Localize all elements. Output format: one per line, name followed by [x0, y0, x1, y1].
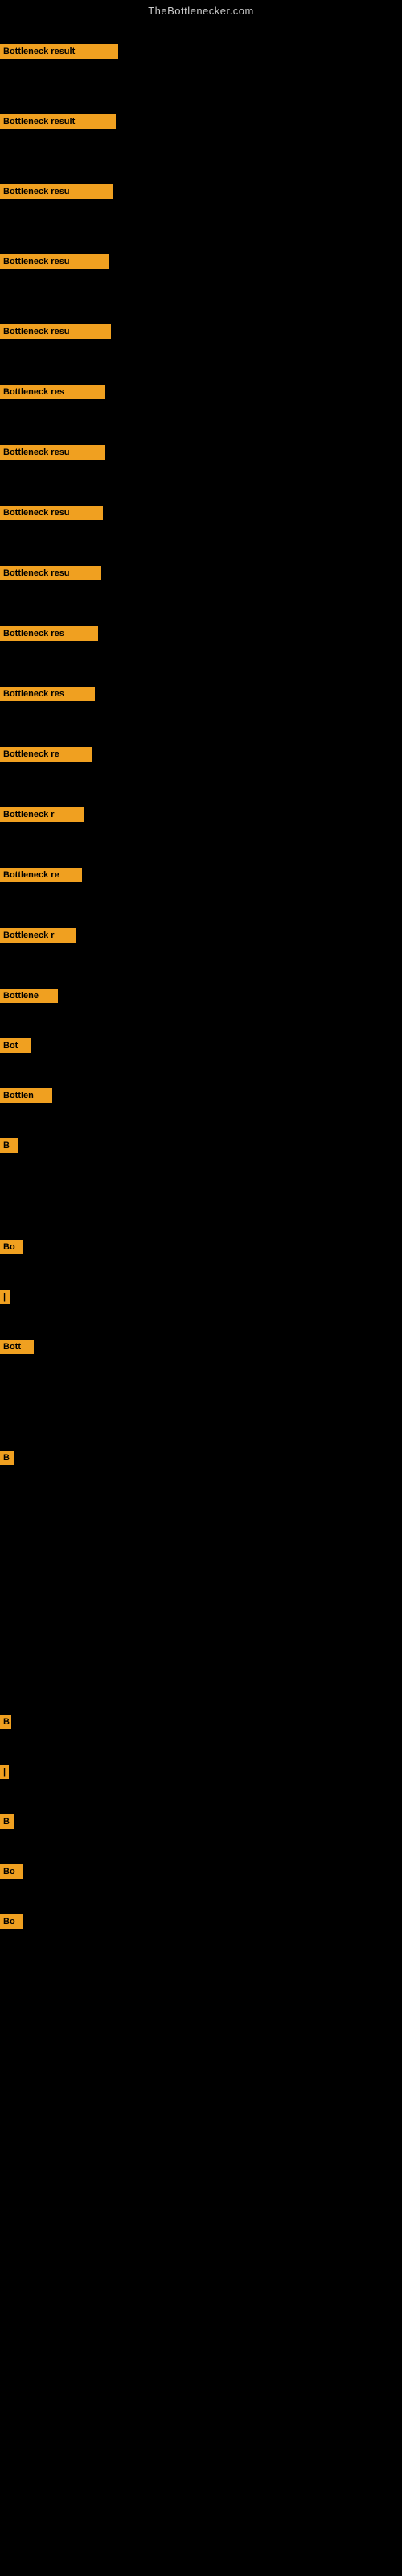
bottleneck-result-bar: Bottleneck r	[0, 928, 76, 943]
bottleneck-result-bar: Bottleneck result	[0, 44, 118, 59]
bottleneck-result-bar: Bottleneck resu	[0, 324, 111, 339]
bottleneck-result-bar: B	[0, 1138, 18, 1153]
bottleneck-result-bar: Bo	[0, 1240, 23, 1254]
bottleneck-result-bar: Bottleneck resu	[0, 184, 113, 199]
bottleneck-result-bar: Bott	[0, 1340, 34, 1354]
bottleneck-result-bar: B	[0, 1451, 14, 1465]
bottleneck-result-bar: Bottlen	[0, 1088, 52, 1103]
site-title: TheBottlenecker.com	[0, 0, 402, 20]
bottleneck-result-bar: Bottleneck re	[0, 747, 92, 762]
bottleneck-result-bar: Bottleneck resu	[0, 445, 105, 460]
bottleneck-result-bar: Bo	[0, 1864, 23, 1879]
bottleneck-result-bar: |	[0, 1765, 9, 1779]
bottleneck-result-bar: Bottleneck r	[0, 807, 84, 822]
bottleneck-result-bar: Bottleneck result	[0, 114, 116, 129]
bottleneck-result-bar: Bottleneck resu	[0, 506, 103, 520]
bottleneck-result-bar: Bottleneck re	[0, 868, 82, 882]
bottleneck-result-bar: Bottlene	[0, 989, 58, 1003]
bottleneck-result-bar: B	[0, 1814, 14, 1829]
bottleneck-result-bar: Bot	[0, 1038, 31, 1053]
bottleneck-result-bar: |	[0, 1290, 10, 1304]
bottleneck-result-bar: Bo	[0, 1914, 23, 1929]
bottleneck-result-bar: Bottleneck res	[0, 385, 105, 399]
bottleneck-result-bar: Bottleneck res	[0, 626, 98, 641]
bottleneck-result-bar: Bottleneck res	[0, 687, 95, 701]
bottleneck-result-bar: Bottleneck resu	[0, 566, 100, 580]
bottleneck-result-bar: Bottleneck resu	[0, 254, 109, 269]
bottleneck-result-bar: B	[0, 1715, 11, 1729]
